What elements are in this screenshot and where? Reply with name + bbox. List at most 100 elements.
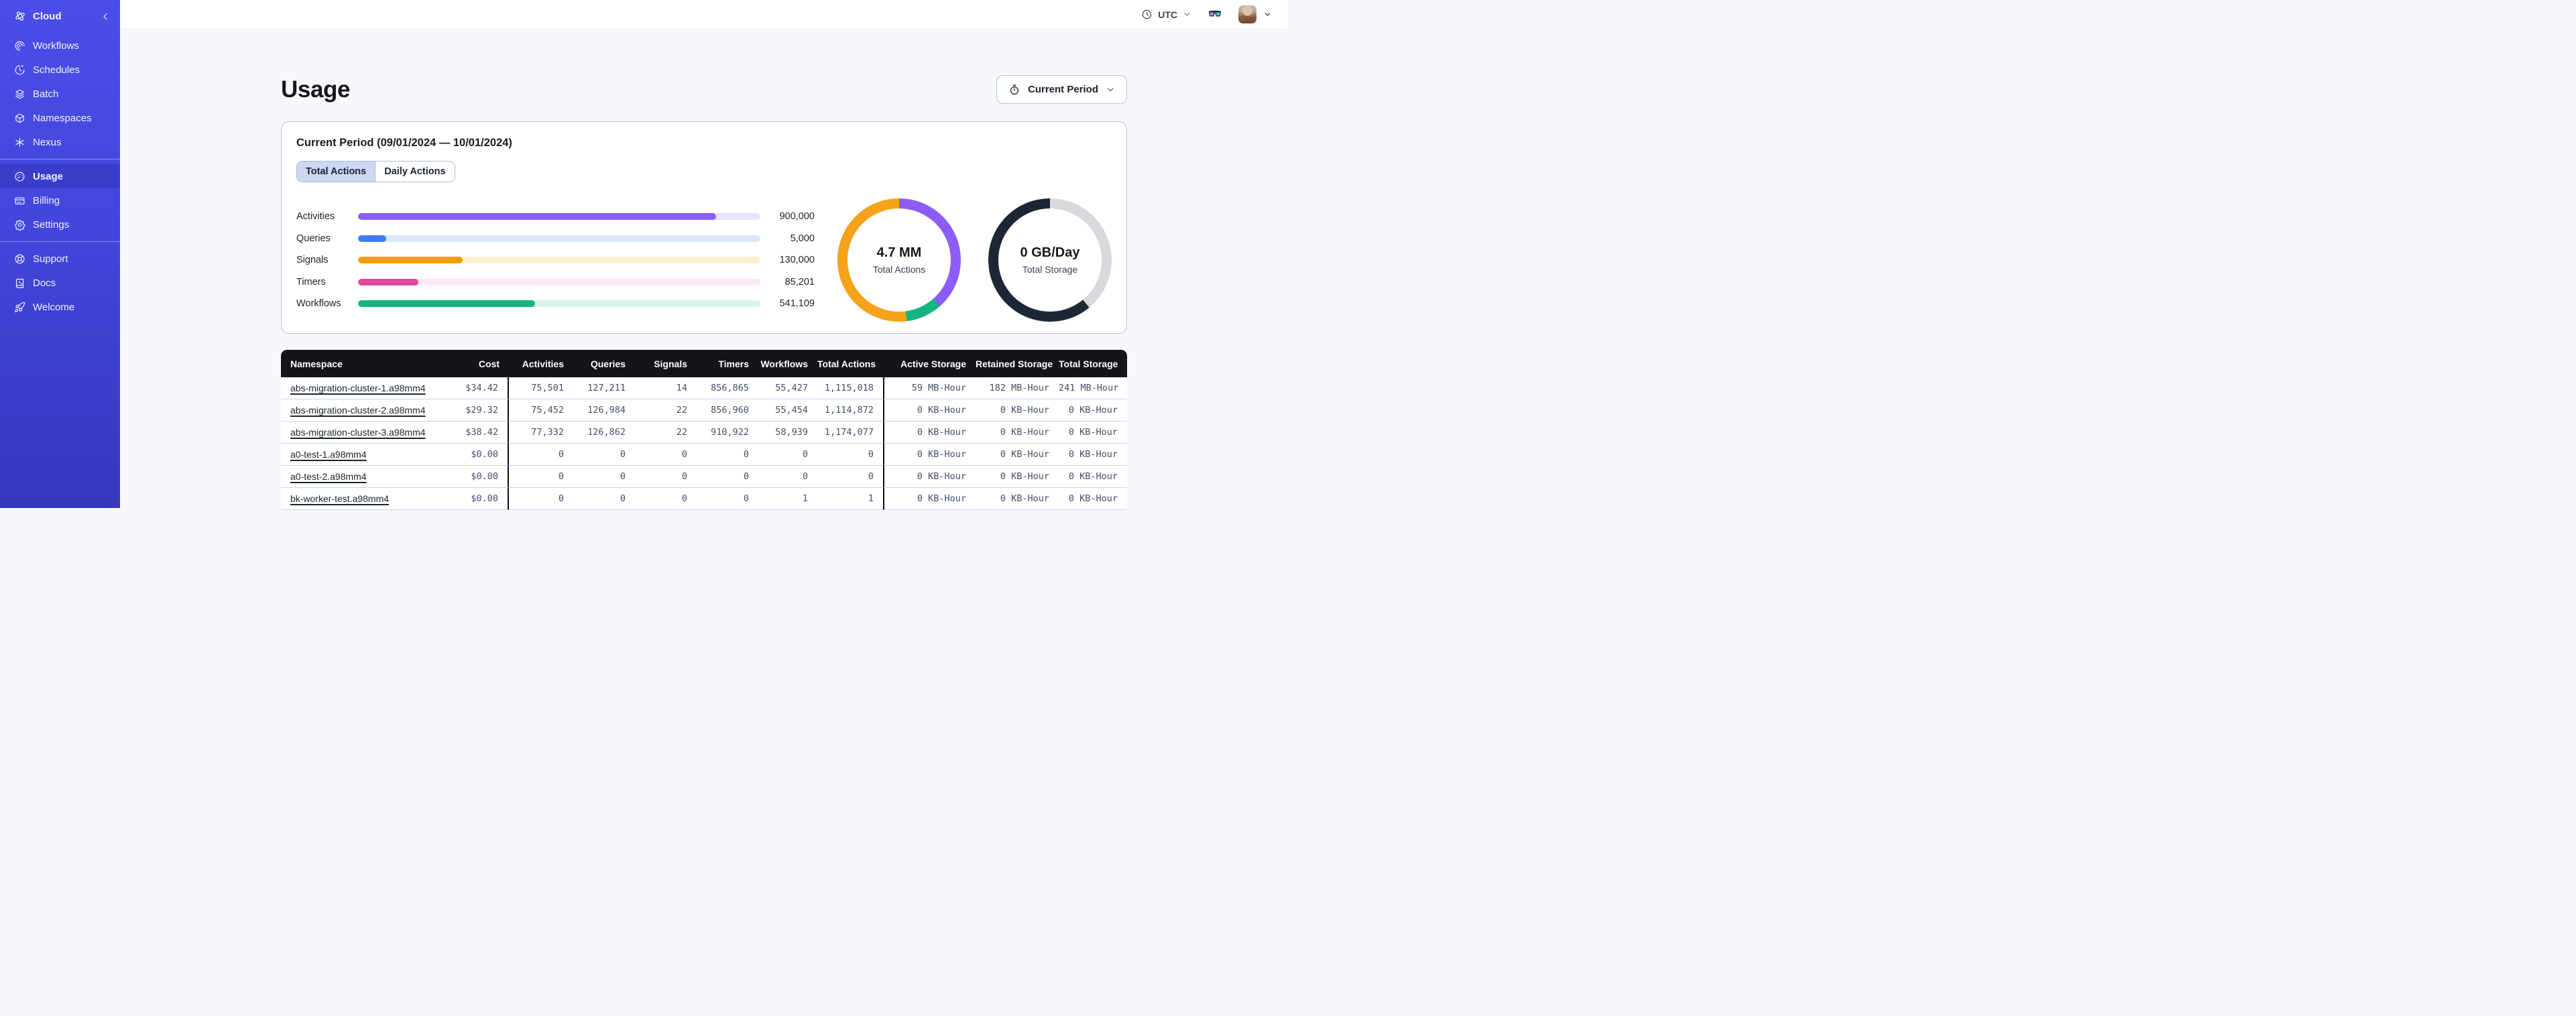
table-row: abs-migration-cluster-2.a98mm4 $29.32 75,4…	[281, 399, 1127, 422]
cell-total-storage: 0 KB-Hour	[1059, 399, 1127, 422]
bar-label: Workflows	[296, 298, 341, 309]
cell-active-storage: 0 KB-Hour	[884, 422, 976, 444]
cell-cost: $29.32	[431, 399, 509, 422]
cell-total-actions: 1,115,018	[817, 377, 884, 399]
cell-workflows: 0	[758, 444, 817, 466]
column-header-signals: Signals	[635, 350, 697, 377]
current-period-panel: Current Period (09/01/2024 — 10/01/2024)…	[281, 121, 1127, 334]
chevron-down-icon	[1183, 10, 1191, 19]
tab-daily-actions[interactable]: Daily Actions	[375, 162, 455, 182]
bar-fill	[358, 278, 418, 285]
namespace-link[interactable]: abs-migration-cluster-2.a98mm4	[290, 405, 426, 416]
nexus-icon	[14, 137, 25, 148]
sidebar-item-billing[interactable]: Billing	[0, 188, 120, 212]
sidebar-item-label: Usage	[33, 170, 64, 182]
namespace-link[interactable]: a0-test-2.a98mm4	[290, 471, 367, 482]
bar-track	[358, 213, 760, 220]
cell-cost: $38.42	[431, 422, 509, 444]
sidebar-item-label: Billing	[33, 194, 60, 206]
cell-queries: 127,211	[573, 377, 635, 399]
bar-track	[358, 257, 760, 263]
bar-track	[358, 235, 760, 242]
bar-label: Queries	[296, 233, 331, 244]
donut-total-storage: 0 GB/Day Total Storage	[988, 198, 1112, 322]
usage-icon	[14, 171, 25, 182]
cell-activities: 75,501	[509, 377, 573, 399]
bar-value: 85,201	[784, 276, 815, 288]
sidebar-item-label: Support	[33, 253, 68, 265]
column-header-namespace: Namespace	[281, 350, 431, 377]
period-selector-button[interactable]: Current Period	[996, 75, 1127, 104]
cell-retained-storage: 182 MB-Hour	[976, 377, 1059, 399]
user-menu[interactable]	[1238, 5, 1272, 23]
chevron-down-icon	[1263, 10, 1272, 19]
cell-timers: 856,865	[697, 377, 758, 399]
cell-cost: $0.00	[431, 466, 509, 488]
bar-fill	[358, 235, 386, 242]
temporal-logo-icon	[14, 10, 26, 22]
sidebar-item-support[interactable]: Support	[0, 247, 120, 271]
tab-total-actions[interactable]: Total Actions	[297, 162, 375, 182]
sidebar-item-label: Schedules	[33, 64, 80, 76]
table-row: abs-migration-cluster-3.a98mm4 $38.42 77,3…	[281, 422, 1127, 444]
timezone-selector[interactable]: UTC	[1141, 9, 1191, 20]
bar-label: Timers	[296, 276, 326, 288]
bar-label: Activities	[296, 211, 335, 222]
brand-label: Cloud	[33, 10, 62, 22]
namespace-link[interactable]: a0-test-1.a98mm4	[290, 449, 367, 460]
sidebar-item-settings[interactable]: Settings	[0, 212, 120, 237]
cell-signals: 14	[635, 377, 697, 399]
cell-active-storage: 59 MB-Hour	[884, 377, 976, 399]
sidebar-item-usage[interactable]: Usage	[0, 164, 120, 188]
cell-activities: 77,332	[509, 422, 573, 444]
cell-total-storage: 0 KB-Hour	[1059, 466, 1127, 488]
sidebar-item-batch[interactable]: Batch	[0, 82, 120, 106]
sidebar-item-nexus[interactable]: Nexus	[0, 130, 120, 154]
main-area: UTC Usage Current Period Current Period …	[120, 0, 1288, 510]
namespace-link[interactable]: abs-migration-cluster-3.a98mm4	[290, 427, 426, 438]
timezone-label: UTC	[1158, 9, 1177, 20]
column-header-activities: Activities	[509, 350, 573, 377]
bar-value: 900,000	[779, 211, 815, 222]
cell-queries: 0	[573, 444, 635, 466]
cell-retained-storage: 0 KB-Hour	[976, 444, 1059, 466]
sidebar-item-label: Namespaces	[33, 112, 92, 124]
bar-value: 130,000	[779, 255, 815, 265]
column-header-total-actions: Total Actions	[817, 350, 884, 377]
cell-workflows: 58,939	[758, 422, 817, 444]
bar-label: Signals	[296, 255, 329, 265]
namespace-link[interactable]: abs-migration-cluster-1.a98mm4	[290, 383, 426, 393]
docs-icon	[14, 277, 25, 289]
bar-track	[358, 300, 760, 307]
page-title: Usage	[281, 76, 351, 103]
panel-title: Current Period (09/01/2024 — 10/01/2024)	[296, 137, 512, 149]
glasses-icon	[1208, 6, 1222, 21]
usage-donuts: 4.7 MM Total Actions 0 GB/Day Total Storage	[837, 198, 1112, 322]
panel-body: Activities 900,000 Queries 5,000 Signals 130,…	[296, 198, 1112, 322]
chevron-down-icon	[1106, 85, 1115, 94]
sidebar-item-workflows[interactable]: Workflows	[0, 34, 120, 58]
cell-workflows: 55,427	[758, 377, 817, 399]
sidebar-item-docs[interactable]: Docs	[0, 271, 120, 295]
cell-active-storage: 0 KB-Hour	[884, 466, 976, 488]
cell-retained-storage: 0 KB-Hour	[976, 466, 1059, 488]
cell-signals: 0	[635, 444, 697, 466]
table-header-row: Namespace Cost Activities Queries Signals Tim…	[281, 350, 1127, 377]
page-head: Usage Current Period	[281, 75, 1127, 104]
glasses-button[interactable]	[1208, 6, 1222, 23]
usage-bar-activities: Activities 900,000	[296, 206, 815, 228]
sidebar-item-namespaces[interactable]: Namespaces	[0, 106, 120, 130]
cell-timers: 910,922	[697, 422, 758, 444]
namespace-link[interactable]: bk-worker-test.a98mm4	[290, 493, 389, 504]
sidebar-item-welcome[interactable]: Welcome	[0, 295, 120, 319]
sidebar-collapse-button[interactable]	[101, 11, 111, 21]
sidebar-item-label: Settings	[33, 218, 70, 231]
cell-active-storage: 0 KB-Hour	[884, 488, 976, 510]
column-header-queries: Queries	[573, 350, 635, 377]
usage-bar-queries: Queries 5,000	[296, 227, 815, 249]
namespace-usage-table: Namespace Cost Activities Queries Signals Tim…	[281, 350, 1127, 510]
usage-bar-signals: Signals 130,000	[296, 249, 815, 271]
sidebar-item-schedules[interactable]: Schedules	[0, 58, 120, 82]
cell-total-actions: 1,114,872	[817, 399, 884, 422]
sidebar-item-label: Workflows	[33, 40, 79, 52]
